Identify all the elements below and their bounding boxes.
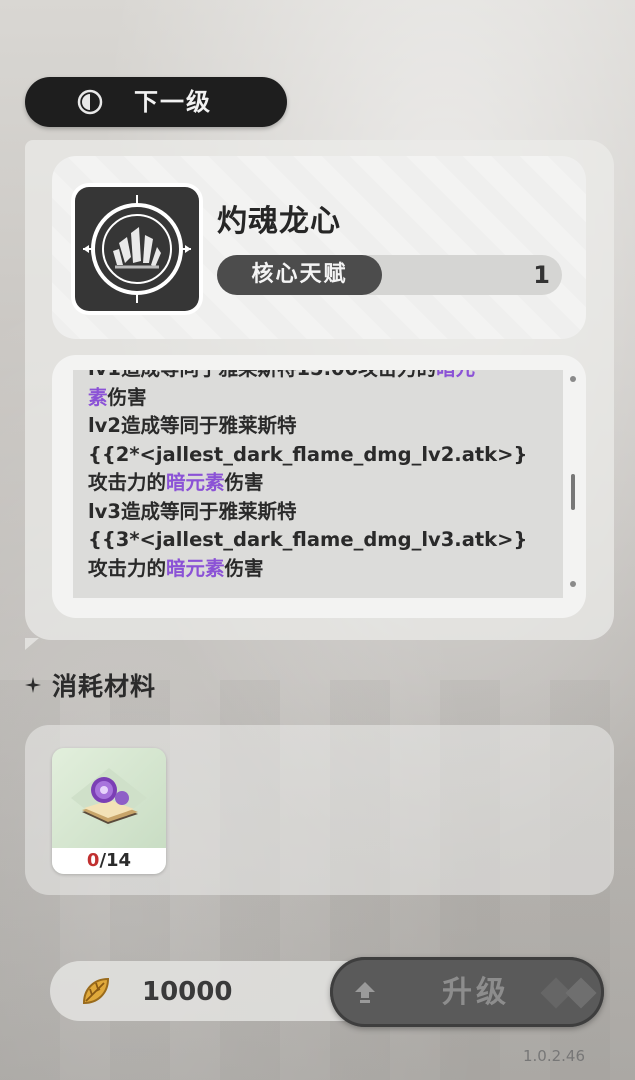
description-text-part: 攻击力的 <box>88 471 167 494</box>
description-line: 攻击力的暗元素伤害 <box>88 469 558 498</box>
talent-name: 灼魂龙心 <box>217 204 341 239</box>
header-title: 下一级 <box>134 88 212 116</box>
scroll-up-indicator[interactable] <box>570 376 576 382</box>
description-text-part: 伤害 <box>224 471 264 494</box>
description-line: lv1造成等同于雅莱斯特15.00攻击力的暗元 <box>88 370 558 384</box>
description-text-part: {{2*<jallest_dark_flame_dmg_lv2.atk>} <box>88 442 528 466</box>
talent-level: 1 <box>533 261 550 289</box>
talent-icon-frame <box>75 187 199 311</box>
scrollbar-thumb[interactable] <box>571 474 575 510</box>
half-circle-icon <box>77 89 103 115</box>
description-text-part: lv3造成等同于雅莱斯特 <box>88 499 297 523</box>
element-keyword: 暗元 <box>436 370 475 380</box>
description-text-part: lv2造成等同于雅莱斯特 <box>88 414 297 437</box>
crystal-cluster-icon <box>83 195 191 303</box>
description-line: {{3*<jallest_dark_flame_dmg_lv3.atk>} <box>88 526 558 555</box>
purple-orb-book-icon <box>71 768 147 828</box>
material-count-need: /14 <box>99 850 132 871</box>
talent-type-badge: 核心天赋 <box>217 255 382 295</box>
element-keyword: 暗元素 <box>166 556 225 580</box>
material-count-have: 0 <box>86 850 100 871</box>
version-label: 1.0.2.46 <box>523 1047 586 1065</box>
scroll-down-indicator[interactable] <box>570 581 576 587</box>
description-line: {{2*<jallest_dark_flame_dmg_lv2.atk>} <box>88 441 558 470</box>
cost-value: 10000 <box>142 977 233 1007</box>
description-text-part: lv1造成等同于雅莱斯特15.00攻击力的 <box>88 370 436 380</box>
upload-arrow-icon <box>355 982 375 1003</box>
description-text-part: 攻击力的 <box>88 556 167 580</box>
gold-leaf-icon <box>82 977 110 1005</box>
element-keyword: 暗元素 <box>166 471 225 494</box>
material-item[interactable]: 0/14 <box>52 748 166 874</box>
materials-title: 消耗材料 <box>52 672 157 701</box>
next-level-header: 下一级 <box>25 77 287 127</box>
button-decoration <box>565 977 597 1009</box>
element-keyword: 素 <box>88 385 108 409</box>
description-scroll-area[interactable]: lv1造成等同于雅莱斯特15.00攻击力的暗元素伤害lv2造成等同于雅莱斯特{{… <box>73 370 563 598</box>
description-line: 素伤害 <box>88 384 558 413</box>
description-line: lv2造成等同于雅莱斯特 <box>88 412 558 441</box>
sparkle-icon <box>25 677 41 693</box>
upgrade-label: 升级 <box>442 975 510 1010</box>
description-line: 攻击力的暗元素伤害 <box>88 555 558 584</box>
description-text-part: {{3*<jallest_dark_flame_dmg_lv3.atk>} <box>88 528 528 551</box>
material-count: 0/14 <box>52 848 166 874</box>
description-text-part: 伤害 <box>224 556 264 580</box>
description-text-part: 伤害 <box>107 385 147 409</box>
description-line: lv3造成等同于雅莱斯特 <box>88 498 558 527</box>
description-text: lv1造成等同于雅莱斯特15.00攻击力的暗元素伤害lv2造成等同于雅莱斯特{{… <box>88 370 558 583</box>
